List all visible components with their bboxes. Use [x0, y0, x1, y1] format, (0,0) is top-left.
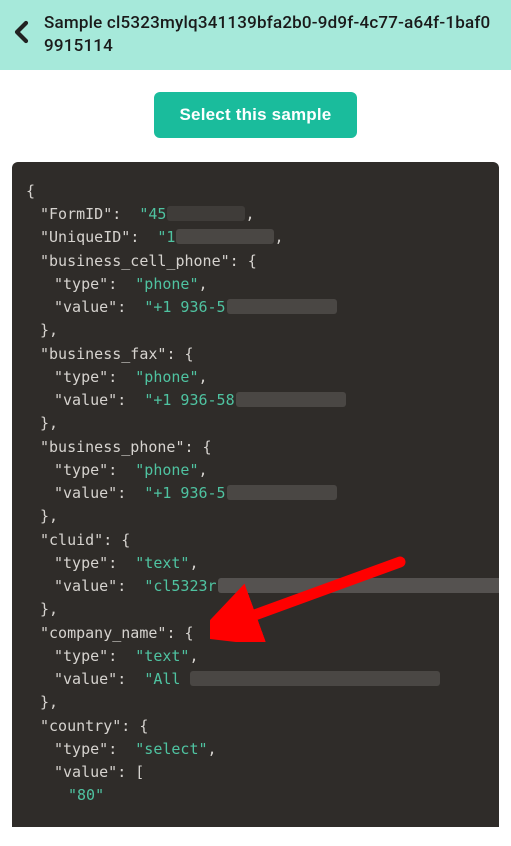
code-key: "FormID": [40, 205, 112, 223]
code-value: "phone": [135, 461, 198, 479]
back-icon[interactable]: [8, 20, 34, 49]
code-key: "type": [54, 647, 108, 665]
code-value: "cl5323r: [144, 577, 216, 595]
code-key: "value": [54, 577, 117, 595]
code-value: "1: [157, 228, 175, 246]
code-key: "value": [54, 670, 117, 688]
json-code-block: { "FormID": "45, "UniqueID": "1, "busine…: [12, 162, 499, 827]
page-title: Sample cl5323mylq341139bfa2b0-9d9f-4c77-…: [44, 12, 497, 58]
code-value: "+1 936-5: [144, 484, 225, 502]
code-value: "select": [135, 740, 207, 758]
code-value: "All: [144, 670, 189, 688]
code-value: "phone": [135, 275, 198, 293]
code-key: "type": [54, 740, 108, 758]
code-key: "type": [54, 554, 108, 572]
action-row: Select this sample: [0, 70, 511, 162]
code-key: "business_phone": [40, 438, 185, 456]
code-key: "value": [54, 763, 117, 781]
code-key: "country": [40, 717, 121, 735]
select-sample-button[interactable]: Select this sample: [154, 92, 358, 138]
code-key: "type": [54, 461, 108, 479]
code-key: "company_name": [40, 624, 166, 642]
code-key: "type": [54, 368, 108, 386]
code-value: "+1 936-58: [144, 391, 234, 409]
code-key: "value": [54, 298, 117, 316]
code-value: "text": [135, 647, 189, 665]
code-key: "business_fax": [40, 345, 166, 363]
code-value: "45: [139, 205, 166, 223]
code-key: "cluid": [40, 531, 103, 549]
code-value: "text": [135, 554, 189, 572]
code-key: "type": [54, 275, 108, 293]
code-value: "phone": [135, 368, 198, 386]
code-key: "UniqueID": [40, 228, 130, 246]
code-key: "business_cell_phone": [40, 252, 230, 270]
code-value: "+1 936-5: [144, 298, 225, 316]
header-bar: Sample cl5323mylq341139bfa2b0-9d9f-4c77-…: [0, 0, 511, 70]
code-key: "value": [54, 484, 117, 502]
code-value: "80": [68, 786, 104, 804]
code-key: "value": [54, 391, 117, 409]
